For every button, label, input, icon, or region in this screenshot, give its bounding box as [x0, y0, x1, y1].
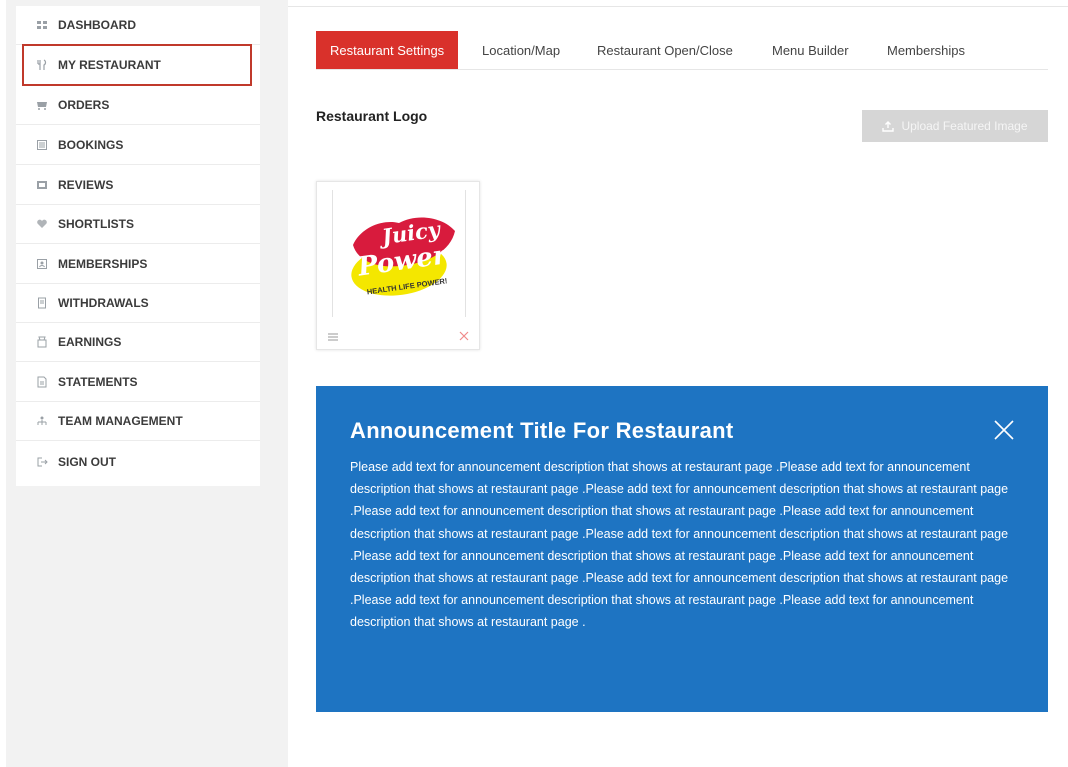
sidebar-item-sign-out[interactable]: SIGN OUT	[16, 442, 260, 481]
reviews-icon	[36, 179, 48, 191]
tab-menu-builder[interactable]: Menu Builder	[772, 31, 849, 69]
withdrawals-icon	[36, 297, 48, 309]
tab-restaurant-open-close[interactable]: Restaurant Open/Close	[597, 31, 733, 69]
close-icon[interactable]	[992, 418, 1016, 442]
announcement-description: Please add text for announcement descrip…	[350, 460, 1009, 630]
sidebar-item-label: REVIEWS	[58, 178, 114, 192]
sidebar-item-label: MY RESTAURANT	[58, 58, 161, 72]
sidebar-item-dashboard[interactable]: DASHBOARD	[16, 6, 260, 45]
sidebar-item-label: WITHDRAWALS	[58, 296, 149, 310]
sidebar-item-shortlists[interactable]: SHORTLISTS	[16, 205, 260, 244]
sidebar-item-earnings[interactable]: EARNINGS	[16, 323, 260, 362]
remove-logo-icon[interactable]	[458, 329, 470, 341]
team-icon	[36, 415, 48, 427]
logo-card: Juicy Power HEALTH LIFE POWER!	[316, 181, 480, 350]
sidebar-item-label: BOOKINGS	[58, 138, 124, 152]
restaurant-icon	[36, 59, 48, 71]
sidebar-item-label: TEAM MANAGEMENT	[58, 414, 183, 428]
cart-icon	[36, 99, 48, 111]
tab-memberships[interactable]: Memberships	[887, 31, 965, 69]
upload-featured-image-button[interactable]: Upload Featured Image	[862, 110, 1048, 142]
sidebar-item-my-restaurant[interactable]: MY RESTAURANT	[22, 44, 252, 86]
sidebar-item-label: SHORTLISTS	[58, 217, 135, 231]
tab-location-map[interactable]: Location/Map	[482, 31, 560, 69]
drag-handle-icon[interactable]	[327, 330, 339, 342]
statements-icon	[36, 376, 48, 388]
sidebar-item-label: MEMBERSHIPS	[58, 257, 148, 271]
sidebar-item-memberships[interactable]: MEMBERSHIPS	[16, 245, 260, 284]
sidebar-item-withdrawals[interactable]: WITHDRAWALS	[16, 284, 260, 323]
heart-icon	[36, 218, 48, 230]
memberships-icon	[36, 258, 48, 270]
sign-out-icon	[36, 456, 48, 468]
sidebar-item-label: ORDERS	[58, 98, 110, 112]
sidebar-item-label: EARNINGS	[58, 335, 122, 349]
sidebar-item-team-management[interactable]: TEAM MANAGEMENT	[16, 402, 260, 441]
sidebar-item-orders[interactable]: ORDERS	[16, 86, 260, 125]
upload-icon	[882, 120, 895, 132]
top-divider	[288, 6, 1068, 7]
sidebar-item-statements[interactable]: STATEMENTS	[16, 363, 260, 402]
announcement-title: Announcement Title For Restaurant	[350, 418, 734, 443]
dashboard-icon	[36, 19, 48, 31]
earnings-icon	[36, 336, 48, 348]
upload-button-label: Upload Featured Image	[901, 119, 1028, 133]
sidebar-item-label: SIGN OUT	[58, 454, 117, 469]
logo-image-frame: Juicy Power HEALTH LIFE POWER!	[332, 190, 466, 317]
bookings-icon	[36, 139, 48, 151]
restaurant-logo-image: Juicy Power HEALTH LIFE POWER!	[351, 216, 455, 296]
sidebar-item-bookings[interactable]: BOOKINGS	[16, 126, 260, 165]
sidebar-item-label: DASHBOARD	[58, 18, 136, 32]
restaurant-logo-heading: Restaurant Logo	[316, 108, 428, 124]
tab-restaurant-settings[interactable]: Restaurant Settings	[316, 31, 459, 69]
sidebar-item-reviews[interactable]: REVIEWS	[16, 166, 260, 205]
sidebar: DASHBOARD MY RESTAURANT ORDERS BOOKINGS …	[16, 6, 260, 486]
sidebar-item-label: STATEMENTS	[58, 375, 138, 389]
announcement-box: Announcement Title For Restaurant Please…	[316, 386, 1048, 712]
settings-tabs: Restaurant Settings Location/Map Restaur…	[316, 31, 1048, 70]
